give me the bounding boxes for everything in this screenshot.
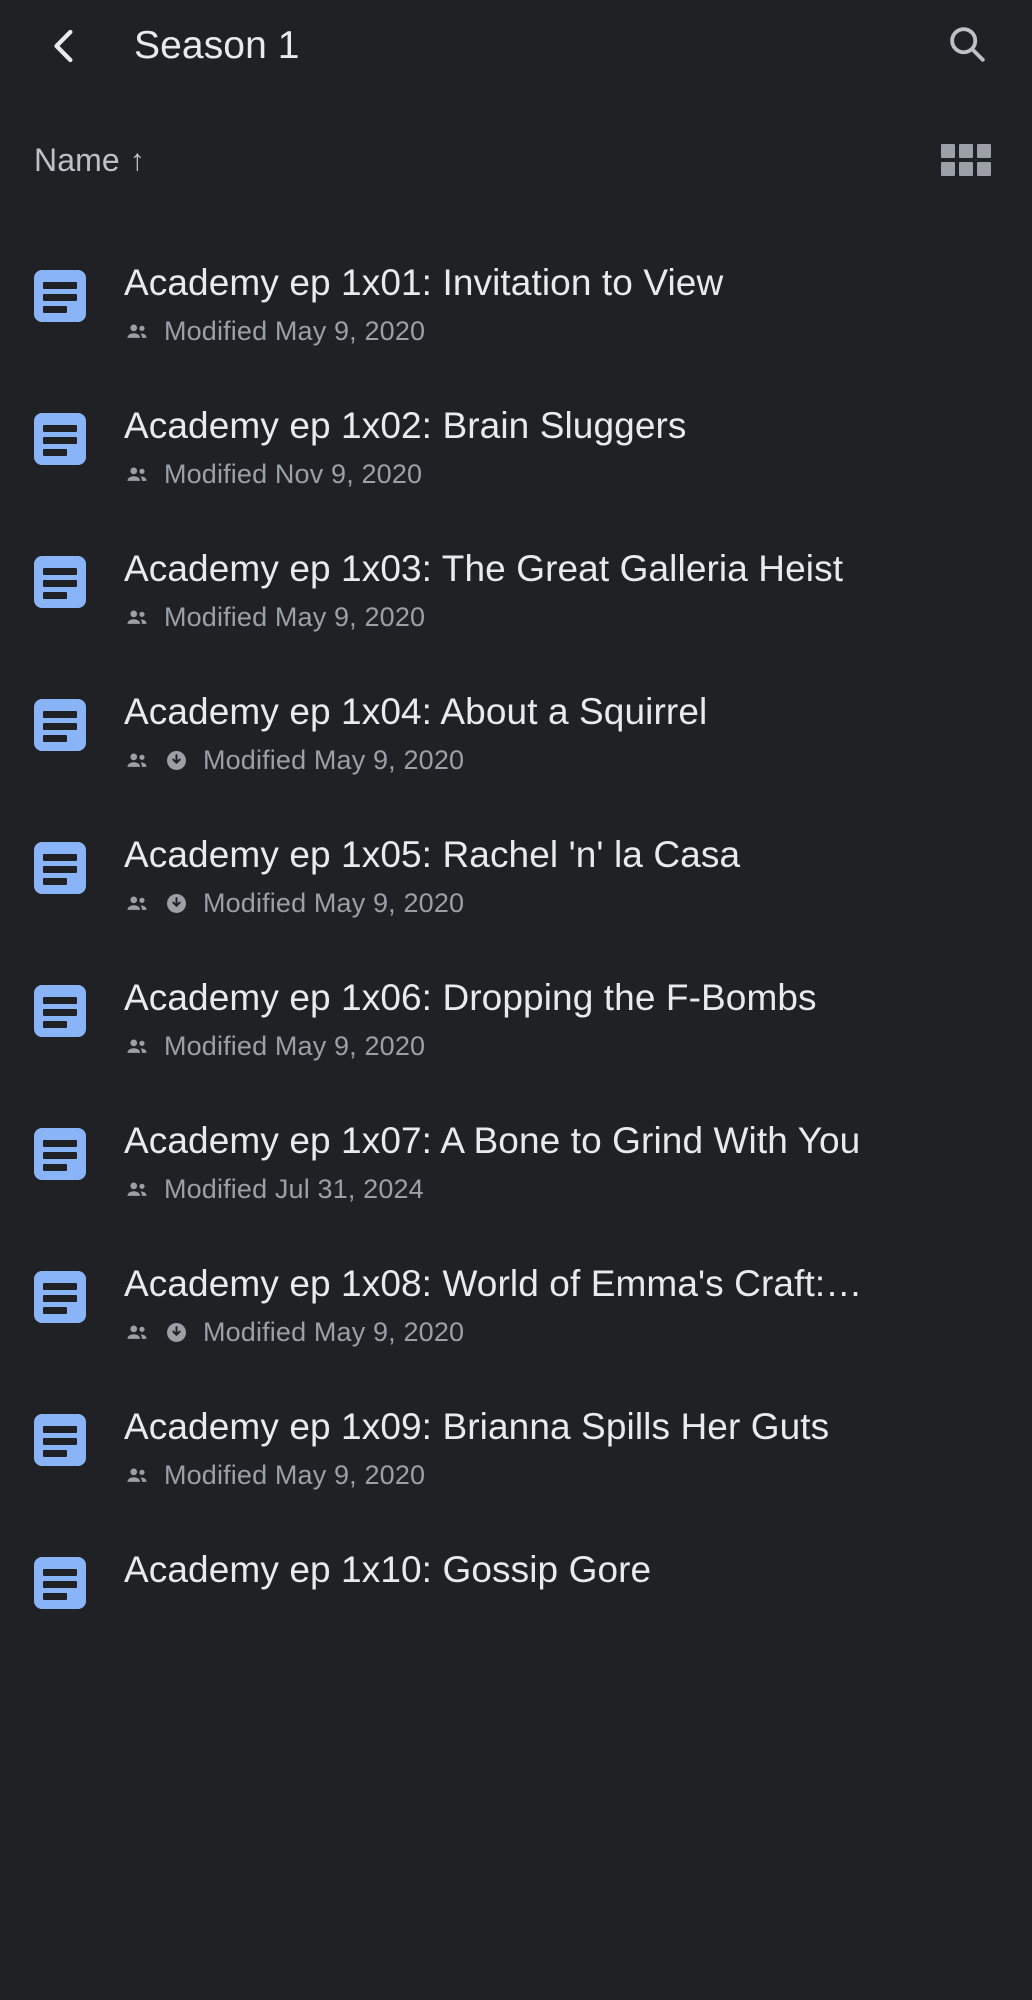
search-icon: [945, 22, 989, 71]
back-chevron-icon: [45, 26, 85, 66]
file-meta-row: Modified Nov 9, 2020: [124, 459, 1004, 490]
file-title: Academy ep 1x06: Dropping the F-Bombs: [124, 977, 817, 1018]
file-list: Academy ep 1x01: Invitation to View Modif…: [0, 232, 1032, 1662]
file-row[interactable]: Academy ep 1x10: Gossip Gore: [0, 1519, 1032, 1662]
file-text-block: Academy ep 1x06: Dropping the F-Bombs Mod…: [124, 973, 1004, 1062]
file-meta-row: Modified May 9, 2020: [124, 1317, 1004, 1348]
file-modified-text: Modified May 9, 2020: [203, 745, 465, 776]
file-modified-text: Modified May 9, 2020: [164, 602, 426, 633]
google-docs-icon: [34, 842, 86, 894]
file-text-block: Academy ep 1x03: The Great Galleria Heis…: [124, 544, 1004, 633]
back-button[interactable]: [34, 15, 96, 77]
sort-by-button[interactable]: Name ↑: [34, 142, 145, 179]
file-text-block: Academy ep 1x04: About a Squirrel Modifie…: [124, 687, 1004, 776]
file-row[interactable]: Academy ep 1x06: Dropping the F-Bombs Mod…: [0, 947, 1032, 1090]
file-modified-text: Modified May 9, 2020: [203, 1317, 465, 1348]
file-meta-row: Modified May 9, 2020: [124, 602, 1004, 633]
file-text-block: Academy ep 1x01: Invitation to View Modif…: [124, 258, 1004, 347]
file-text-block: Academy ep 1x02: Brain Sluggers Modified …: [124, 401, 1004, 490]
file-row[interactable]: Academy ep 1x07: A Bone to Grind With Yo…: [0, 1090, 1032, 1233]
google-docs-icon: [34, 1557, 86, 1609]
available-offline-icon: [164, 748, 189, 773]
file-text-block: Academy ep 1x08: World of Emma's Craft:……: [124, 1259, 1004, 1348]
file-title: Academy ep 1x09: Brianna Spills Her Guts: [124, 1406, 830, 1447]
file-modified-text: Modified May 9, 2020: [164, 1460, 426, 1491]
google-docs-icon: [34, 1271, 86, 1323]
file-title: Academy ep 1x05: Rachel 'n' la Casa: [124, 834, 741, 875]
file-row[interactable]: Academy ep 1x08: World of Emma's Craft:……: [0, 1233, 1032, 1376]
file-text-block: Academy ep 1x10: Gossip Gore: [124, 1545, 1004, 1592]
shared-people-icon: [124, 605, 150, 631]
shared-people-icon: [124, 748, 150, 774]
file-meta-row: Modified May 9, 2020: [124, 1031, 1004, 1062]
shared-people-icon: [124, 1463, 150, 1489]
shared-people-icon: [124, 891, 150, 917]
shared-people-icon: [124, 462, 150, 488]
sort-by-label: Name: [34, 141, 120, 178]
file-title: Academy ep 1x02: Brain Sluggers: [124, 405, 687, 446]
file-meta-row: Modified May 9, 2020: [124, 745, 1004, 776]
file-title: Academy ep 1x03: The Great Galleria Heis…: [124, 548, 844, 589]
shared-people-icon: [124, 1034, 150, 1060]
file-title: Academy ep 1x07: A Bone to Grind With Yo…: [124, 1120, 861, 1161]
shared-people-icon: [124, 319, 150, 345]
app-bar: Season 1: [0, 0, 1032, 92]
grid-view-icon: [941, 144, 991, 176]
shared-people-icon: [124, 1177, 150, 1203]
google-docs-icon: [34, 985, 86, 1037]
file-row[interactable]: Academy ep 1x02: Brain Sluggers Modified …: [0, 375, 1032, 518]
file-meta-row: Modified Jul 31, 2024: [124, 1174, 1004, 1205]
sort-and-view-bar: Name ↑: [0, 114, 1032, 206]
file-modified-text: Modified May 9, 2020: [164, 316, 426, 347]
file-modified-text: Modified May 9, 2020: [164, 1031, 426, 1062]
file-title: Academy ep 1x10: Gossip Gore: [124, 1549, 652, 1590]
file-text-block: Academy ep 1x07: A Bone to Grind With Yo…: [124, 1116, 1004, 1205]
available-offline-icon: [164, 1320, 189, 1345]
page-title: Season 1: [134, 24, 300, 67]
google-docs-icon: [34, 270, 86, 322]
file-text-block: Academy ep 1x05: Rachel 'n' la Casa Modif…: [124, 830, 1004, 919]
google-docs-icon: [34, 1414, 86, 1466]
file-modified-text: Modified Nov 9, 2020: [164, 459, 423, 490]
file-row[interactable]: Academy ep 1x01: Invitation to View Modif…: [0, 232, 1032, 375]
file-modified-text: Modified May 9, 2020: [203, 888, 465, 919]
google-docs-icon: [34, 1128, 86, 1180]
file-title: Academy ep 1x04: About a Squirrel: [124, 691, 708, 732]
available-offline-icon: [164, 891, 189, 916]
file-title: Academy ep 1x01: Invitation to View: [124, 262, 724, 303]
file-meta-row: Modified May 9, 2020: [124, 316, 1004, 347]
file-modified-text: Modified Jul 31, 2024: [164, 1174, 424, 1205]
file-meta-row: Modified May 9, 2020: [124, 1460, 1004, 1491]
file-row[interactable]: Academy ep 1x05: Rachel 'n' la Casa Modif…: [0, 804, 1032, 947]
google-docs-icon: [34, 556, 86, 608]
google-docs-icon: [34, 699, 86, 751]
search-button[interactable]: [936, 15, 998, 77]
file-meta-row: Modified May 9, 2020: [124, 888, 1004, 919]
sort-ascending-arrow-icon: ↑: [129, 144, 145, 177]
file-row[interactable]: Academy ep 1x03: The Great Galleria Heis…: [0, 518, 1032, 661]
file-title: Academy ep 1x08: World of Emma's Craft:…: [124, 1263, 863, 1304]
google-docs-icon: [34, 413, 86, 465]
shared-people-icon: [124, 1320, 150, 1346]
file-row[interactable]: Academy ep 1x04: About a Squirrel Modifie…: [0, 661, 1032, 804]
grid-view-toggle-button[interactable]: [938, 132, 994, 188]
file-row[interactable]: Academy ep 1x09: Brianna Spills Her Guts…: [0, 1376, 1032, 1519]
file-text-block: Academy ep 1x09: Brianna Spills Her Guts…: [124, 1402, 1004, 1491]
